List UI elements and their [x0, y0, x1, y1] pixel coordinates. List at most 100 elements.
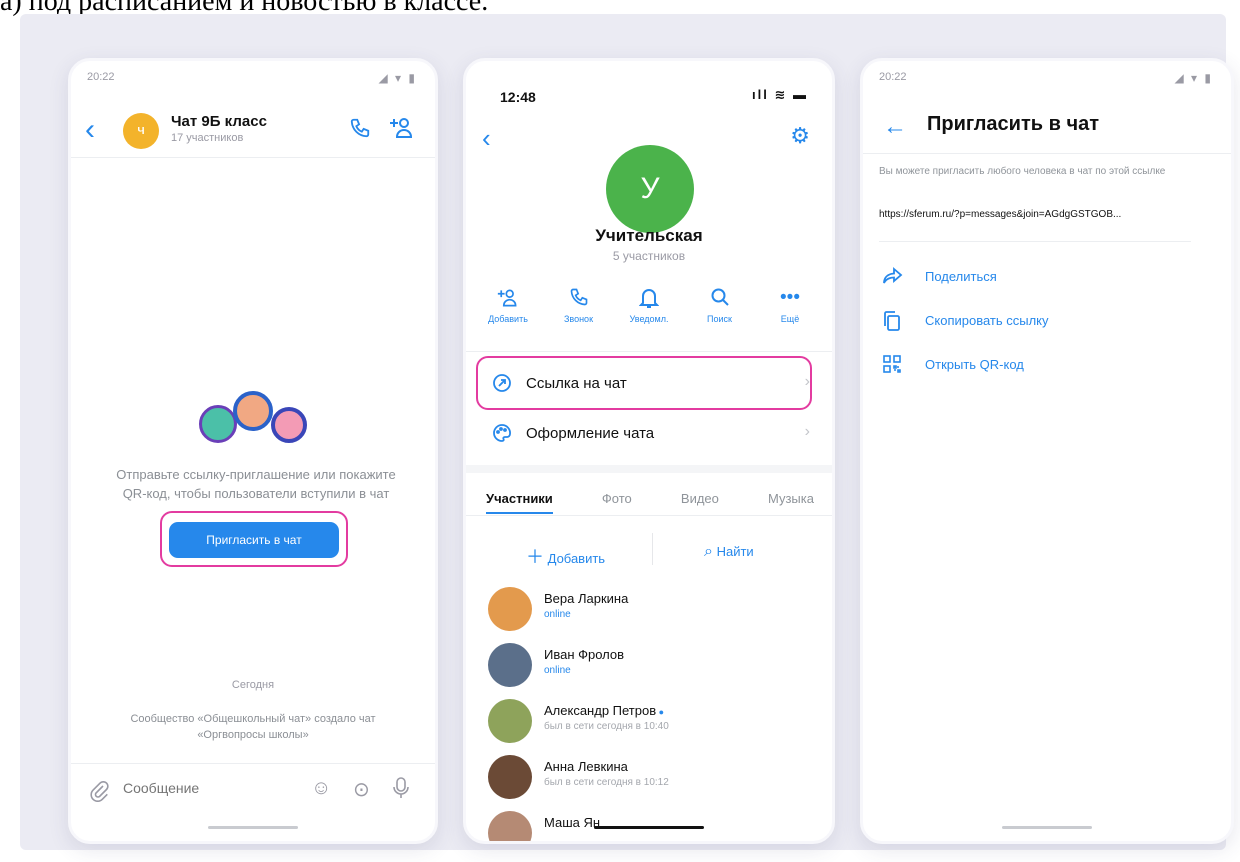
option-label: Скопировать ссылку: [925, 313, 1049, 328]
add-user-icon: [474, 287, 542, 311]
share-icon: [883, 267, 903, 290]
action-call[interactable]: Звонок: [545, 287, 613, 324]
action-label: Ещё: [780, 314, 800, 324]
smile-icon[interactable]: ☺: [311, 777, 331, 800]
action-label: Поиск: [707, 314, 732, 324]
home-indicator: [594, 826, 704, 829]
invite-link[interactable]: https://sferum.ru/?p=messages&join=AGdgG…: [879, 209, 1215, 220]
microphone-icon[interactable]: [393, 777, 409, 805]
sticker-icon[interactable]: ⊙: [353, 777, 370, 802]
section-divider: [466, 465, 832, 473]
menu-label: Оформление чата: [526, 425, 655, 442]
service-message: Сообщество «Общешкольный чат» создало ча…: [130, 713, 376, 741]
action-label: Уведомл.: [629, 314, 669, 324]
add-member-button[interactable]: ＋ Добавить: [526, 543, 605, 569]
chevron-left-icon[interactable]: ‹: [85, 113, 95, 147]
verified-icon: ●: [656, 707, 665, 717]
phone-icon[interactable]: [349, 117, 371, 145]
screenshots-panel: 20:22 ◢ ▾ ▮ ‹ Ч Чат 9Б класс 17 участник…: [20, 14, 1234, 850]
member-row[interactable]: Иван Фролов online: [466, 641, 832, 697]
action-bar: Добавить Звонок Уведомл. Поиск ••• Ещё: [474, 287, 824, 324]
group-members-count: 5 участников: [612, 249, 686, 263]
member-name: Александр Петров ●: [544, 703, 664, 718]
find-member-label: Найти: [716, 544, 754, 559]
home-indicator: [1002, 826, 1092, 829]
chevron-right-icon: ›: [804, 373, 810, 390]
action-label: Звонок: [563, 314, 594, 324]
avatar: [488, 587, 532, 631]
member-status: был в сети сегодня в 10:12: [544, 777, 669, 788]
tab-members[interactable]: Участники: [486, 491, 553, 514]
page-title: Пригласить в чат: [927, 113, 1099, 135]
avatar: [488, 755, 532, 799]
status-icons: ◢ ▾ ▮: [1174, 71, 1213, 85]
menu-label: Ссылка на чат: [526, 375, 627, 392]
tab-video[interactable]: Видео: [681, 491, 719, 514]
header-divider: [863, 153, 1231, 154]
chat-title[interactable]: Чат 9Б класс: [171, 113, 267, 130]
tab-music[interactable]: Музыка: [768, 491, 814, 514]
phone-group-settings: 12:48 ıll ≋ ▬ ‹ ⚙ У Учительская 5 участн…: [463, 58, 835, 844]
more-icon: •••: [780, 287, 800, 308]
divider: [466, 351, 832, 352]
option-label: Поделиться: [925, 269, 997, 284]
action-notifications[interactable]: Уведомл.: [615, 287, 683, 324]
group-name: Учительская: [595, 226, 703, 245]
phone-icon: [545, 287, 613, 311]
menu-chat-link[interactable]: Ссылка на чат ›: [466, 361, 832, 405]
status-time: 20:22: [879, 71, 907, 83]
add-user-icon[interactable]: [389, 115, 415, 147]
search-icon: ⌕: [704, 543, 713, 560]
member-name-text: Александр Петров: [544, 703, 657, 718]
find-member-button[interactable]: ⌕ Найти: [704, 543, 754, 561]
member-name: Маша Ян: [544, 815, 601, 830]
phone-chat-screen: 20:22 ◢ ▾ ▮ ‹ Ч Чат 9Б класс 17 участник…: [68, 58, 438, 844]
member-row[interactable]: Анна Левкина был в сети сегодня в 10:12: [466, 753, 832, 809]
plus-icon: ＋: [526, 547, 544, 567]
option-open-qr[interactable]: Открыть QR-код: [863, 351, 1231, 383]
option-label: Открыть QR-код: [925, 357, 1024, 372]
option-share[interactable]: Поделиться: [863, 263, 1231, 295]
member-status: online: [544, 665, 571, 676]
phone-invite-screen: 20:22 ◢ ▾ ▮ ← Пригласить в чат Вы можете…: [860, 58, 1234, 844]
divider: [879, 241, 1191, 242]
composer-divider: [71, 763, 435, 764]
tab-photo[interactable]: Фото: [602, 491, 632, 514]
paperclip-icon[interactable]: [89, 780, 109, 808]
chat-members-count: 17 участников: [171, 132, 244, 144]
divider: [652, 533, 653, 565]
message-input[interactable]: [123, 780, 293, 796]
member-name: Анна Левкина: [544, 759, 628, 774]
member-row[interactable]: Вера Ларкина online: [466, 585, 832, 641]
tab-bar: Участники Фото Видео Музыка: [486, 491, 814, 514]
add-member-label: Добавить: [547, 551, 606, 566]
arrow-left-icon[interactable]: ←: [883, 113, 907, 141]
bell-icon: [615, 287, 683, 311]
gear-icon[interactable]: ⚙: [790, 123, 810, 149]
member-name: Иван Фролов: [544, 647, 625, 662]
status-time: 20:22: [87, 71, 115, 83]
empty-state-text: Отправьте ссылку-приглашение или покажит…: [116, 467, 396, 501]
chat-avatar[interactable]: Ч: [123, 113, 159, 149]
status-icons: ◢ ▾ ▮: [378, 71, 417, 85]
avatar: [488, 643, 532, 687]
avatar: [488, 811, 532, 841]
status-time: 12:48: [500, 89, 536, 105]
home-indicator: [208, 826, 298, 829]
action-add[interactable]: Добавить: [474, 287, 542, 324]
option-copy-link[interactable]: Скопировать ссылку: [863, 307, 1231, 339]
chevron-left-icon[interactable]: ‹: [482, 123, 491, 154]
member-status: был в сети сегодня в 10:40: [544, 721, 669, 732]
menu-chat-design[interactable]: Оформление чата ›: [466, 411, 832, 455]
member-row[interactable]: Александр Петров ● был в сети сегодня в …: [466, 697, 832, 753]
link-icon: [492, 373, 512, 398]
action-more[interactable]: ••• Ещё: [756, 287, 824, 324]
action-search[interactable]: Поиск: [686, 287, 754, 324]
action-label: Добавить: [488, 314, 528, 324]
member-status: online: [544, 609, 571, 620]
qr-icon: [883, 355, 901, 378]
header-divider: [71, 157, 435, 158]
invite-button[interactable]: Пригласить в чат: [169, 522, 339, 558]
palette-icon: [492, 423, 512, 448]
people-illustration: [199, 391, 309, 453]
